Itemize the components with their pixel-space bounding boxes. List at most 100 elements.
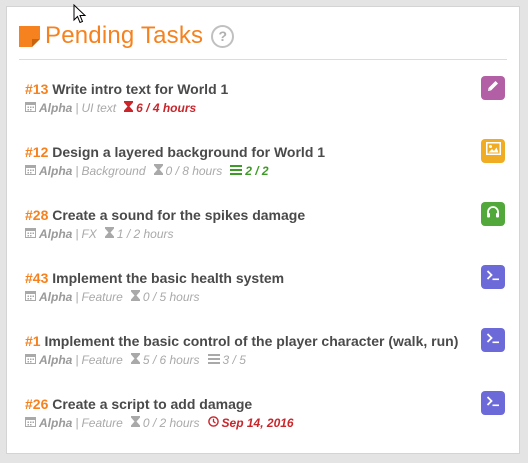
hours-estimate: 0 / 5 hours (130, 290, 200, 305)
category-badge[interactable] (481, 76, 505, 100)
meta-separator: | (75, 227, 79, 241)
hourglass-icon (104, 227, 114, 242)
calendar-icon (25, 101, 36, 116)
task-meta: Alpha | UI text 6 / 4 hours (25, 101, 505, 116)
hours-text: 1 / 2 hours (116, 227, 174, 241)
milestone-label: Alpha (39, 416, 73, 430)
task-number[interactable]: #12 (25, 144, 48, 160)
task-item[interactable]: #13 Write intro text for World 1 Alpha |… (25, 76, 505, 143)
hours-estimate: 6 / 4 hours (124, 101, 196, 116)
task-number[interactable]: #26 (25, 396, 48, 412)
category-label: Background (81, 164, 146, 178)
hours-estimate: 0 / 8 hours (153, 164, 223, 179)
milestone-label: Alpha (39, 164, 73, 178)
help-icon[interactable]: ? (211, 24, 235, 48)
task-item[interactable]: #28 Create a sound for the spikes damage… (25, 202, 505, 269)
clock-icon (207, 416, 219, 431)
due-date: Sep 14, 2016 (207, 416, 294, 431)
category-badge[interactable] (481, 202, 505, 226)
task-number[interactable]: #1 (25, 333, 41, 349)
task-number[interactable]: #43 (25, 270, 48, 286)
meta-separator: | (75, 353, 79, 367)
meta-separator: | (75, 164, 79, 178)
task-meta: Alpha | Feature 0 / 2 hours Sep 14, 2016 (25, 416, 505, 431)
category-label: UI text (81, 101, 117, 115)
milestone-label: Alpha (39, 227, 73, 241)
task-title-text[interactable]: Implement the basic control of the playe… (44, 333, 458, 349)
hours-text: 0 / 5 hours (142, 290, 200, 304)
meta-separator: | (75, 416, 79, 430)
milestone-label: Alpha (39, 290, 73, 304)
task-title[interactable]: #13 Write intro text for World 1 (25, 80, 505, 98)
hourglass-icon (124, 101, 134, 116)
task-title[interactable]: #26 Create a script to add damage (25, 395, 505, 413)
task-title-text[interactable]: Create a script to add damage (52, 396, 252, 412)
hourglass-icon (130, 290, 140, 305)
divider (19, 59, 507, 60)
task-title[interactable]: #28 Create a sound for the spikes damage (25, 206, 505, 224)
category-badge[interactable] (481, 139, 505, 163)
hours-estimate: 5 / 6 hours (130, 353, 200, 368)
tasks-list-icon (230, 164, 243, 179)
hourglass-icon (153, 164, 163, 179)
meta-separator: | (75, 290, 79, 304)
subtask-progress: 3 / 5 (207, 353, 246, 368)
hours-text: 0 / 8 hours (165, 164, 223, 178)
category-label: Feature (81, 290, 123, 304)
category-badge[interactable] (481, 265, 505, 289)
milestone-label: Alpha (39, 101, 73, 115)
hours-text: 5 / 6 hours (142, 353, 200, 367)
task-title[interactable]: #1 Implement the basic control of the pl… (25, 332, 505, 350)
milestone-label: Alpha (39, 353, 73, 367)
page-title: Pending Tasks (45, 22, 204, 49)
calendar-icon (25, 290, 36, 305)
task-meta: Alpha | Background 0 / 8 hours 2 / 2 (25, 164, 505, 179)
calendar-icon (25, 416, 36, 431)
task-number[interactable]: #13 (25, 81, 48, 97)
task-title-text[interactable]: Design a layered background for World 1 (52, 144, 325, 160)
task-meta: Alpha | Feature 0 / 5 hours (25, 290, 505, 305)
meta-separator: | (75, 101, 79, 115)
category-badge[interactable] (481, 328, 505, 352)
subtasks-text: 2 / 2 (245, 164, 269, 178)
task-list: #13 Write intro text for World 1 Alpha |… (25, 76, 505, 458)
task-item[interactable]: #43 Implement the basic health system Al… (25, 265, 505, 332)
task-title-text[interactable]: Implement the basic health system (52, 270, 284, 286)
image-icon (485, 142, 501, 160)
tasks-list-icon (207, 353, 220, 368)
hours-estimate: 1 / 2 hours (104, 227, 174, 242)
task-meta: Alpha | Feature 5 / 6 hours 3 / 5 (25, 353, 505, 368)
task-title-text[interactable]: Write intro text for World 1 (52, 81, 228, 97)
panel-header: Pending Tasks ? (19, 15, 235, 57)
headphones-icon (486, 205, 500, 223)
category-badge[interactable] (481, 391, 505, 415)
category-label: Feature (81, 416, 123, 430)
hours-text: 6 / 4 hours (136, 101, 197, 115)
hours-estimate: 0 / 2 hours (130, 416, 200, 431)
sticky-note-icon (19, 25, 40, 47)
calendar-icon (25, 164, 36, 179)
terminal-icon (486, 268, 500, 286)
calendar-icon (25, 227, 36, 242)
category-label: FX (81, 227, 97, 241)
task-title-text[interactable]: Create a sound for the spikes damage (52, 207, 305, 223)
hourglass-icon (130, 416, 140, 431)
category-label: Feature (81, 353, 123, 367)
task-title[interactable]: #43 Implement the basic health system (25, 269, 505, 287)
task-item[interactable]: #26 Create a script to add damage Alpha … (25, 391, 505, 458)
task-meta: Alpha | FX 1 / 2 hours (25, 227, 505, 242)
task-title[interactable]: #12 Design a layered background for Worl… (25, 143, 505, 161)
subtask-progress: 2 / 2 (230, 164, 269, 179)
terminal-icon (486, 331, 500, 349)
terminal-icon (486, 394, 500, 412)
hours-text: 0 / 2 hours (142, 416, 200, 430)
pending-tasks-panel: Pending Tasks ? #13 Write intro text for… (6, 6, 520, 454)
task-item[interactable]: #12 Design a layered background for Worl… (25, 139, 505, 206)
subtasks-text: 3 / 5 (222, 353, 246, 367)
task-item[interactable]: #1 Implement the basic control of the pl… (25, 328, 505, 395)
task-number[interactable]: #28 (25, 207, 48, 223)
hourglass-icon (130, 353, 140, 368)
calendar-icon (25, 353, 36, 368)
due-date-text: Sep 14, 2016 (221, 416, 294, 430)
pencil-icon (486, 79, 500, 98)
